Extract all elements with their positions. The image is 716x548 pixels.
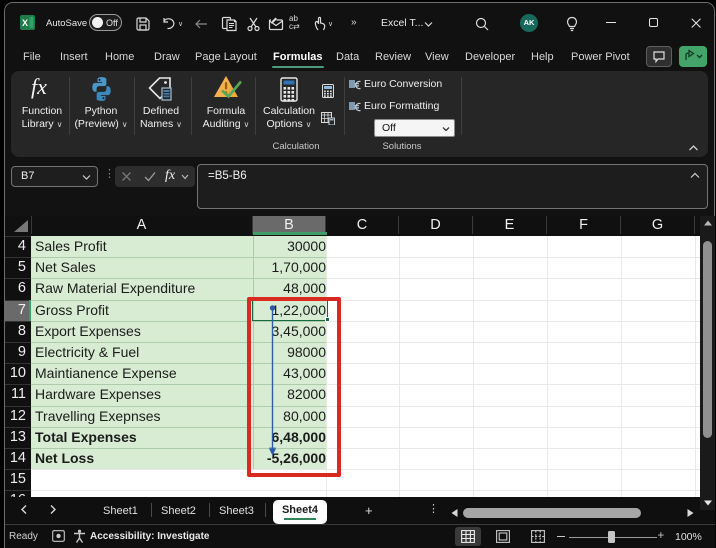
- svg-text:X: X: [22, 18, 28, 28]
